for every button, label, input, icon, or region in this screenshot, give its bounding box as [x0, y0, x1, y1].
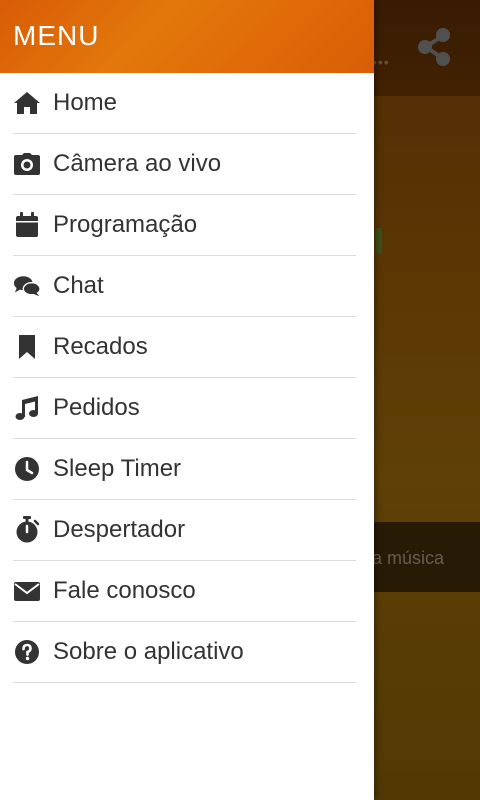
menu-item-label: Recados — [53, 333, 148, 360]
menu-item-label: Chat — [53, 272, 104, 299]
menu-item-chat[interactable]: Chat — [13, 256, 356, 317]
menu-item-label: Câmera ao vivo — [53, 150, 222, 177]
menu-item-label: Programação — [53, 211, 198, 238]
menu-item-home[interactable]: Home — [13, 73, 356, 134]
menu-item-about[interactable]: Sobre o aplicativo — [13, 622, 356, 683]
bookmark-icon — [13, 333, 41, 361]
menu-item-label: Home — [53, 89, 118, 116]
envelope-icon — [13, 577, 41, 605]
menu-item-sleep-timer[interactable]: Sleep Timer — [13, 439, 356, 500]
menu-item-schedule[interactable]: Programação — [13, 195, 356, 256]
menu-item-label: Sobre o aplicativo — [53, 638, 244, 665]
menu-item-label: Despertador — [53, 516, 186, 543]
drawer-header: MENU — [0, 0, 374, 73]
drawer-title: MENU — [13, 20, 100, 51]
drawer-scrim[interactable] — [374, 0, 480, 800]
home-icon — [13, 89, 41, 117]
menu-item-requests[interactable]: Pedidos — [13, 378, 356, 439]
menu-item-label: Sleep Timer — [53, 455, 182, 482]
camera-icon — [13, 150, 41, 178]
menu-item-messages[interactable]: Recados — [13, 317, 356, 378]
navigation-drawer: MENU Home Câmera ao vivo Programação Cha… — [0, 0, 374, 800]
menu-item-label: Fale conosco — [53, 577, 196, 604]
menu-list: Home Câmera ao vivo Programação Chat Rec… — [0, 73, 374, 683]
music-note-icon — [13, 394, 41, 422]
menu-item-contact[interactable]: Fale conosco — [13, 561, 356, 622]
clock-icon — [13, 455, 41, 483]
menu-item-label: Pedidos — [53, 394, 140, 421]
chat-icon — [13, 272, 41, 300]
calendar-icon — [13, 211, 41, 239]
menu-item-alarm[interactable]: Despertador — [13, 500, 356, 561]
question-circle-icon — [13, 638, 41, 666]
stopwatch-icon — [13, 516, 41, 544]
menu-item-camera[interactable]: Câmera ao vivo — [13, 134, 356, 195]
